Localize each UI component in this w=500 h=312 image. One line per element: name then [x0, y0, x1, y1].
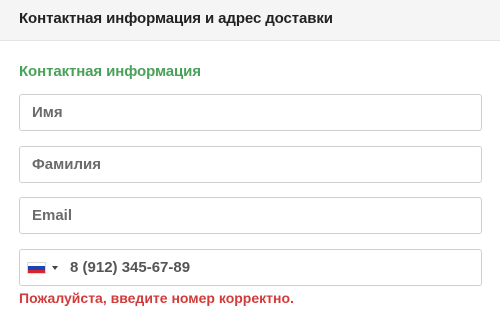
phone-error-message: Пожалуйста, введите номер корректно. [19, 290, 294, 306]
last-name-field[interactable]: Фамилия [19, 146, 482, 183]
russia-flag-icon [27, 262, 46, 274]
chevron-down-icon [52, 266, 58, 270]
first-name-placeholder: Имя [32, 104, 63, 121]
email-placeholder: Email [32, 207, 73, 224]
phone-input[interactable]: 8 (912) 345-67-89 [70, 259, 190, 276]
header-title: Контактная информация и адрес доставки [19, 10, 333, 27]
first-name-field[interactable]: Имя [19, 94, 482, 131]
last-name-placeholder: Фамилия [32, 156, 101, 173]
phone-field[interactable]: 8 (912) 345-67-89 [19, 249, 482, 286]
section-header: Контактная информация и адрес доставки [0, 0, 500, 41]
checkout-contact-form: Контактная информация и адрес доставки К… [0, 0, 500, 312]
email-field[interactable]: Email [19, 197, 482, 234]
contact-info-title: Контактная информация [19, 63, 201, 80]
